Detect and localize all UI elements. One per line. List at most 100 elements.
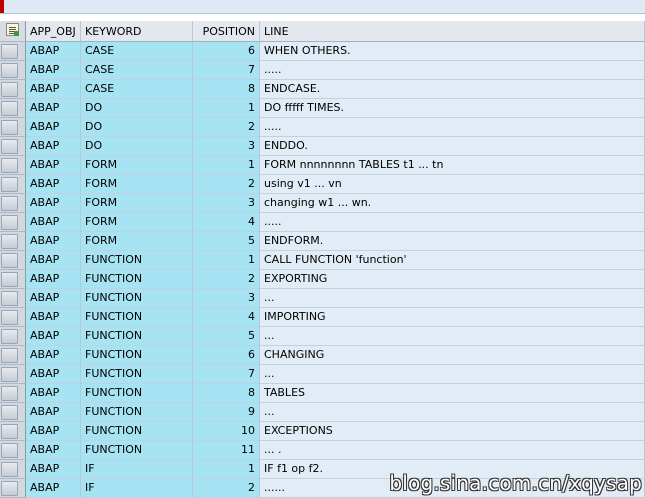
cell-position[interactable]: 3 bbox=[193, 137, 260, 156]
cell-line[interactable]: DO fffff TIMES. bbox=[260, 99, 645, 118]
cell-keyword[interactable]: IF bbox=[81, 479, 193, 498]
cell-keyword[interactable]: IF bbox=[81, 460, 193, 479]
table-row[interactable]: ABAP DO 2..... bbox=[0, 118, 645, 137]
cell-line[interactable]: ..... bbox=[260, 61, 645, 80]
cell-position[interactable]: 11 bbox=[193, 441, 260, 460]
row-selector[interactable] bbox=[0, 137, 26, 156]
cell-keyword[interactable]: FORM bbox=[81, 156, 193, 175]
row-selector-button[interactable] bbox=[1, 44, 18, 59]
cell-position[interactable]: 1 bbox=[193, 251, 260, 270]
cell-position[interactable]: 5 bbox=[193, 232, 260, 251]
table-row[interactable]: ABAP FORM 2 using v1 ... vn bbox=[0, 175, 645, 194]
cell-app-obj[interactable]: ABAP bbox=[26, 156, 81, 175]
cell-keyword[interactable]: FORM bbox=[81, 175, 193, 194]
cell-position[interactable]: 10 bbox=[193, 422, 260, 441]
row-selector-button[interactable] bbox=[1, 196, 18, 211]
cell-keyword[interactable]: FUNCTION bbox=[81, 403, 193, 422]
cell-keyword[interactable]: FORM bbox=[81, 194, 193, 213]
table-row[interactable]: ABAP FUNCTION 10 EXCEPTIONS bbox=[0, 422, 645, 441]
cell-position[interactable]: 1 bbox=[193, 460, 260, 479]
row-selector[interactable] bbox=[0, 441, 26, 460]
cell-line[interactable]: CHANGING bbox=[260, 346, 645, 365]
cell-keyword[interactable]: FORM bbox=[81, 213, 193, 232]
cell-position[interactable]: 2 bbox=[193, 175, 260, 194]
table-row[interactable]: ABAP FUNCTION 9... bbox=[0, 403, 645, 422]
row-selector-button[interactable] bbox=[1, 424, 18, 439]
table-row[interactable]: ABAP FUNCTION 2 EXPORTING bbox=[0, 270, 645, 289]
cell-line[interactable]: FORM nnnnnnnn TABLES t1 ... tn bbox=[260, 156, 645, 175]
cell-keyword[interactable]: FORM bbox=[81, 232, 193, 251]
cell-position[interactable]: 2 bbox=[193, 270, 260, 289]
row-selector[interactable] bbox=[0, 118, 26, 137]
cell-app-obj[interactable]: ABAP bbox=[26, 80, 81, 99]
row-selector-button[interactable] bbox=[1, 120, 18, 135]
row-selector[interactable] bbox=[0, 80, 26, 99]
cell-app-obj[interactable]: ABAP bbox=[26, 403, 81, 422]
select-all-button[interactable] bbox=[0, 21, 26, 42]
cell-keyword[interactable]: FUNCTION bbox=[81, 270, 193, 289]
table-row[interactable]: ABAP FUNCTION 3... bbox=[0, 289, 645, 308]
row-selector-button[interactable] bbox=[1, 481, 18, 496]
cell-line[interactable]: ..... bbox=[260, 213, 645, 232]
cell-app-obj[interactable]: ABAP bbox=[26, 61, 81, 80]
row-selector-button[interactable] bbox=[1, 405, 18, 420]
cell-keyword[interactable]: FUNCTION bbox=[81, 346, 193, 365]
row-selector-button[interactable] bbox=[1, 177, 18, 192]
cell-line[interactable]: WHEN OTHERS. bbox=[260, 42, 645, 61]
row-selector[interactable] bbox=[0, 460, 26, 479]
cell-line[interactable]: CALL FUNCTION 'function' bbox=[260, 251, 645, 270]
cell-position[interactable]: 5 bbox=[193, 327, 260, 346]
table-row[interactable]: ABAP FUNCTION 1 CALL FUNCTION 'function' bbox=[0, 251, 645, 270]
row-selector-button[interactable] bbox=[1, 443, 18, 458]
table-row[interactable]: ABAP FUNCTION 11... . bbox=[0, 441, 645, 460]
table-row[interactable]: ABAP CASE 7..... bbox=[0, 61, 645, 80]
table-row[interactable]: ABAP DO 1 DO fffff TIMES. bbox=[0, 99, 645, 118]
column-header-app-obj[interactable]: APP_OBJ bbox=[26, 21, 81, 42]
row-selector[interactable] bbox=[0, 99, 26, 118]
cell-position[interactable]: 6 bbox=[193, 42, 260, 61]
cell-line[interactable]: TABLES bbox=[260, 384, 645, 403]
cell-line[interactable]: ENDDO. bbox=[260, 137, 645, 156]
cell-app-obj[interactable]: ABAP bbox=[26, 327, 81, 346]
cell-keyword[interactable]: CASE bbox=[81, 61, 193, 80]
cell-position[interactable]: 8 bbox=[193, 384, 260, 403]
column-header-position[interactable]: POSITION bbox=[193, 21, 260, 42]
cell-line[interactable]: EXPORTING bbox=[260, 270, 645, 289]
table-row[interactable]: ABAP DO 3 ENDDO. bbox=[0, 137, 645, 156]
cell-position[interactable]: 2 bbox=[193, 479, 260, 498]
cell-line[interactable]: EXCEPTIONS bbox=[260, 422, 645, 441]
cell-position[interactable]: 9 bbox=[193, 403, 260, 422]
row-selector[interactable] bbox=[0, 346, 26, 365]
cell-position[interactable]: 8 bbox=[193, 80, 260, 99]
cell-app-obj[interactable]: ABAP bbox=[26, 365, 81, 384]
table-row[interactable]: ABAP FORM 1 FORM nnnnnnnn TABLES t1 ... tn bbox=[0, 156, 645, 175]
cell-keyword[interactable]: FUNCTION bbox=[81, 365, 193, 384]
cell-keyword[interactable]: DO bbox=[81, 99, 193, 118]
cell-app-obj[interactable]: ABAP bbox=[26, 137, 81, 156]
row-selector-button[interactable] bbox=[1, 367, 18, 382]
cell-app-obj[interactable]: ABAP bbox=[26, 232, 81, 251]
table-row[interactable]: ABAP FUNCTION 6 CHANGING bbox=[0, 346, 645, 365]
row-selector[interactable] bbox=[0, 403, 26, 422]
cell-position[interactable]: 4 bbox=[193, 213, 260, 232]
cell-line[interactable]: ENDCASE. bbox=[260, 80, 645, 99]
cell-position[interactable]: 3 bbox=[193, 289, 260, 308]
cell-keyword[interactable]: DO bbox=[81, 137, 193, 156]
cell-app-obj[interactable]: ABAP bbox=[26, 251, 81, 270]
row-selector-button[interactable] bbox=[1, 310, 18, 325]
row-selector-button[interactable] bbox=[1, 272, 18, 287]
row-selector-button[interactable] bbox=[1, 215, 18, 230]
cell-keyword[interactable]: CASE bbox=[81, 42, 193, 61]
row-selector[interactable] bbox=[0, 308, 26, 327]
cell-app-obj[interactable]: ABAP bbox=[26, 289, 81, 308]
cell-line[interactable]: ... bbox=[260, 327, 645, 346]
row-selector-button[interactable] bbox=[1, 82, 18, 97]
row-selector[interactable] bbox=[0, 194, 26, 213]
table-row[interactable]: ABAP FUNCTION 8 TABLES bbox=[0, 384, 645, 403]
row-selector-button[interactable] bbox=[1, 234, 18, 249]
row-selector[interactable] bbox=[0, 289, 26, 308]
row-selector-button[interactable] bbox=[1, 158, 18, 173]
cell-position[interactable]: 7 bbox=[193, 365, 260, 384]
cell-app-obj[interactable]: ABAP bbox=[26, 99, 81, 118]
row-selector-button[interactable] bbox=[1, 348, 18, 363]
